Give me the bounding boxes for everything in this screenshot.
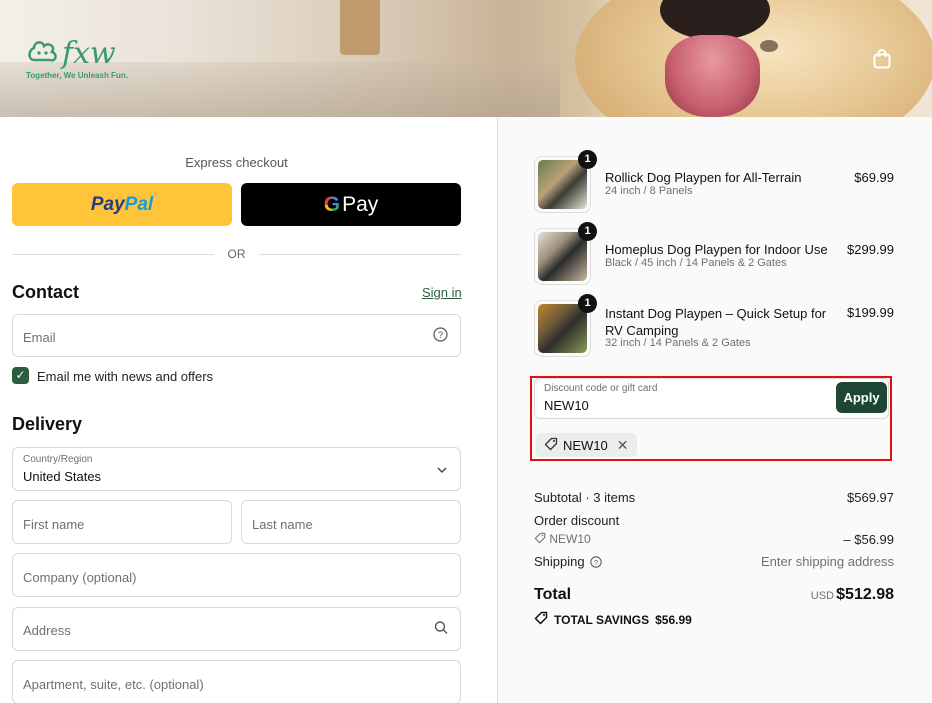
- chevron-down-icon: [436, 461, 448, 477]
- discount-amount: – $56.99: [843, 532, 894, 547]
- address-placeholder: Address: [23, 623, 71, 638]
- last-name-field[interactable]: Last name: [241, 500, 461, 544]
- brand-logo[interactable]: fxw Together, We Unleash Fun.: [26, 36, 128, 83]
- logo-text: fxw: [62, 36, 116, 71]
- last-name-placeholder: Last name: [252, 517, 313, 532]
- quantity-badge: 1: [578, 222, 597, 241]
- subtotal-value: $569.97: [847, 490, 894, 505]
- google-g-icon: G: [323, 192, 341, 216]
- total-label: Total: [534, 586, 572, 603]
- delivery-title: Delivery: [12, 414, 83, 434]
- product-variant: 24 inch / 8 Panels: [605, 185, 693, 197]
- header-banner: fxw Together, We Unleash Fun.: [0, 0, 932, 117]
- shipping-value: Enter shipping address: [761, 554, 894, 569]
- shipping-label: Shipping: [534, 554, 585, 569]
- apartment-field[interactable]: Apartment, suite, etc. (optional): [12, 660, 461, 703]
- quantity-badge: 1: [578, 150, 597, 169]
- svg-text:?: ?: [438, 330, 443, 340]
- product-image: [538, 304, 587, 353]
- google-pay-button[interactable]: G Pay: [241, 183, 461, 226]
- paypal-text-1: Pay: [90, 193, 125, 215]
- highlight-annotation: [530, 376, 892, 461]
- email-placeholder: Email: [23, 330, 56, 345]
- search-icon: [434, 621, 448, 638]
- country-select[interactable]: Country/Region United States: [12, 447, 461, 491]
- country-label: Country/Region: [23, 454, 93, 465]
- savings-tag-icon: [534, 611, 548, 628]
- product-variant: 32 inch / 14 Panels & 2 Gates: [605, 337, 751, 349]
- currency-code: USD: [810, 590, 834, 602]
- paypal-button[interactable]: Pay Pal: [12, 183, 232, 226]
- logo-tagline: Together, We Unleash Fun.: [26, 71, 128, 80]
- order-discount-label: Order discount: [534, 513, 620, 528]
- banner-dog-tongue: [665, 35, 760, 117]
- shipping-help-icon[interactable]: ?: [590, 556, 602, 571]
- product-name: Homeplus Dog Playpen for Indoor Use: [605, 242, 828, 257]
- quantity-badge: 1: [578, 294, 597, 313]
- paypal-text-2: Pal: [124, 193, 154, 215]
- logo-icon: [26, 38, 66, 68]
- total-savings: TOTAL SAVINGS $56.99: [534, 611, 692, 628]
- or-separator: OR: [12, 246, 461, 262]
- product-name: Rollick Dog Playpen for All-Terrain: [605, 170, 802, 185]
- apartment-placeholder: Apartment, suite, etc. (optional): [23, 677, 204, 692]
- shipping-row: Shipping ? Enter shipping address: [534, 554, 894, 571]
- product-name: Instant Dog Playpen – Quick Setup for RV…: [605, 306, 827, 338]
- tag-icon: [534, 532, 549, 546]
- savings-value: $56.99: [655, 612, 692, 627]
- svg-text:?: ?: [594, 558, 598, 567]
- banner-dog-eye: [760, 40, 778, 52]
- gpay-text: Pay: [342, 192, 379, 216]
- banner-furniture: [340, 0, 380, 55]
- country-value: United States: [23, 469, 102, 484]
- shopping-bag-icon[interactable]: [872, 48, 892, 70]
- cart-item: 1 Instant Dog Playpen – Quick Setup for …: [534, 294, 894, 357]
- order-discount-code-text: NEW10: [549, 532, 591, 546]
- savings-label: TOTAL SAVINGS: [554, 612, 650, 627]
- cart-item: 1 Homeplus Dog Playpen for Indoor Use Bl…: [534, 222, 894, 285]
- cart-item: 1 Rollick Dog Playpen for All-Terrain 24…: [534, 150, 894, 213]
- email-field[interactable]: Email ?: [12, 314, 461, 357]
- first-name-field[interactable]: First name: [12, 500, 232, 544]
- address-field[interactable]: Address: [12, 607, 461, 651]
- column-divider: [497, 117, 498, 703]
- order-discount-row: Order discount: [534, 513, 894, 528]
- subtotal-label: Subtotal · 3 items: [534, 490, 636, 505]
- contact-title: Contact: [12, 282, 79, 302]
- news-checkbox[interactable]: ✓: [12, 367, 29, 384]
- sign-in-link[interactable]: Sign in: [422, 285, 462, 300]
- order-discount-code: NEW10: [534, 532, 591, 546]
- company-field[interactable]: Company (optional): [12, 553, 461, 597]
- help-icon[interactable]: ?: [433, 326, 448, 345]
- product-image: [538, 232, 587, 281]
- total-amount: $512.98: [836, 586, 894, 603]
- first-name-placeholder: First name: [23, 517, 85, 532]
- product-price: $199.99: [847, 305, 894, 320]
- subtotal-row: Subtotal · 3 items $569.97: [534, 490, 894, 505]
- news-checkbox-label: Email me with news and offers: [37, 369, 214, 384]
- product-price: $69.99: [854, 170, 894, 185]
- company-placeholder: Company (optional): [23, 570, 137, 585]
- product-price: $299.99: [847, 242, 894, 257]
- express-checkout-label: Express checkout: [185, 155, 288, 170]
- or-text: OR: [227, 247, 246, 261]
- product-variant: Black / 45 inch / 14 Panels & 2 Gates: [605, 257, 787, 269]
- product-image: [538, 160, 587, 209]
